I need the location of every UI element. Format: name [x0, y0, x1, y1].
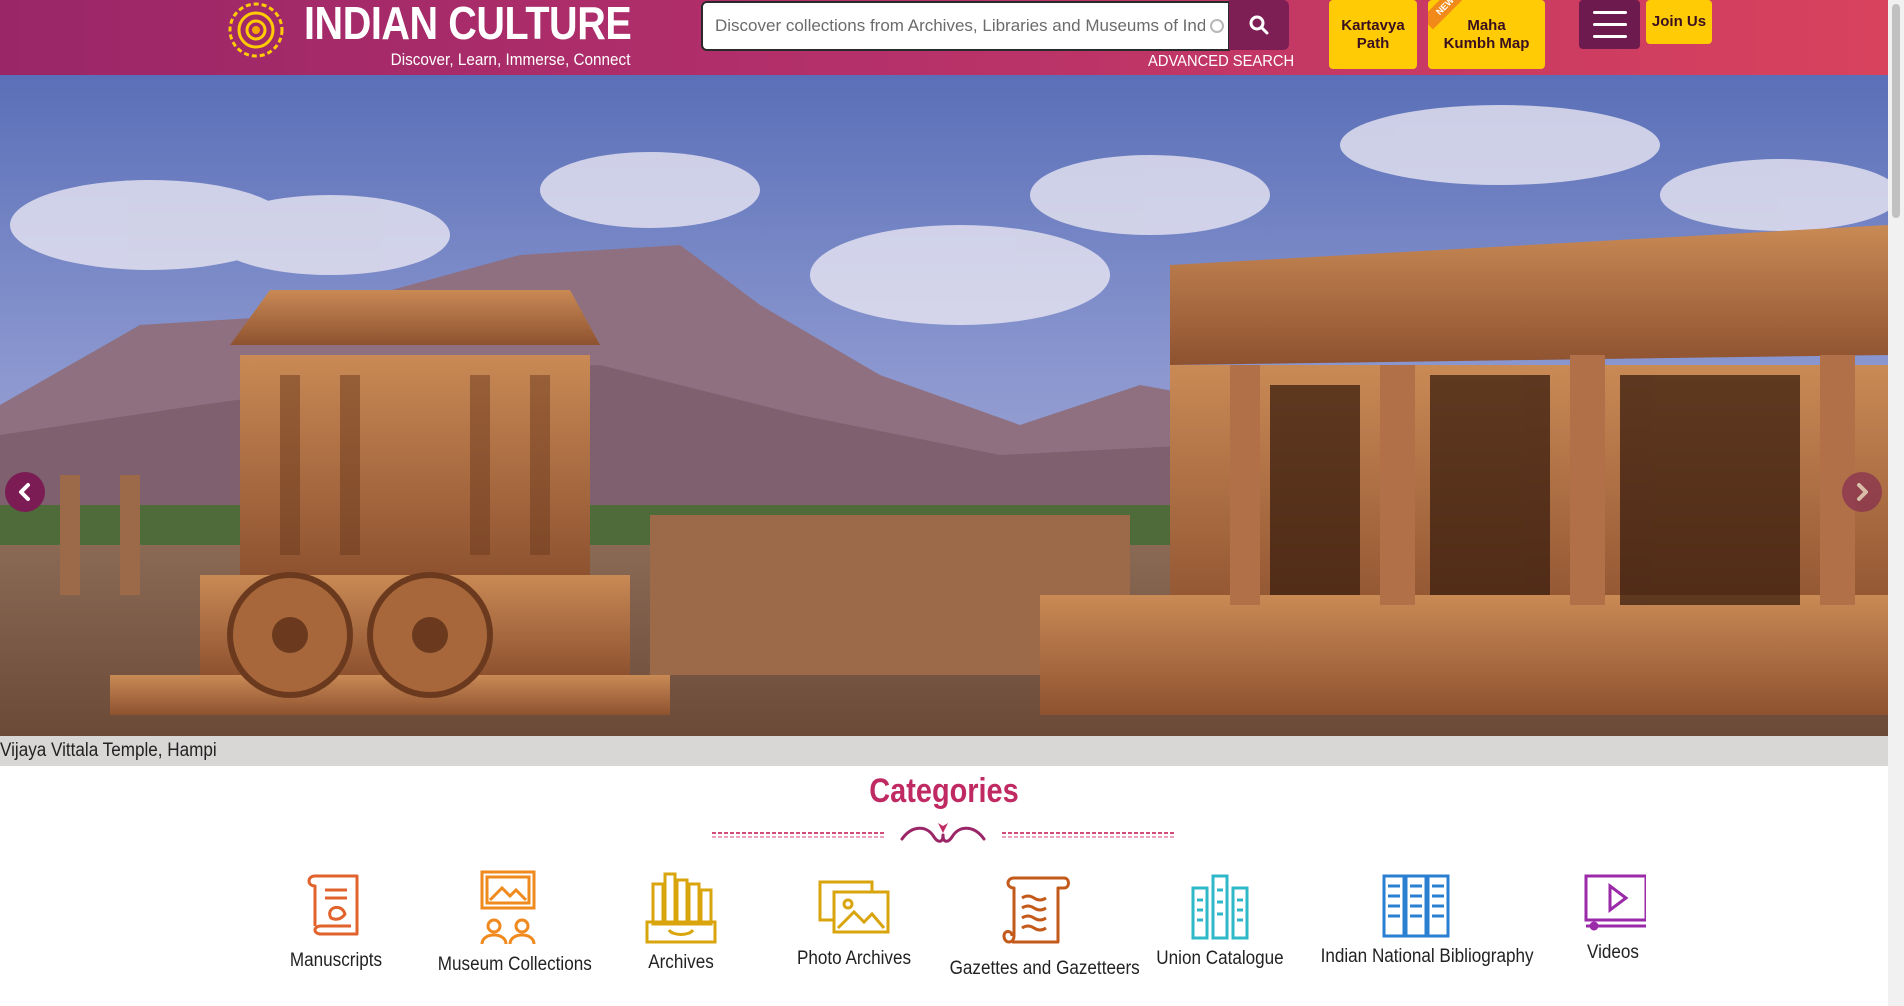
page-scrollbar[interactable] [1888, 0, 1904, 1006]
advanced-search-link[interactable]: ADVANCED SEARCH [1148, 53, 1294, 71]
site-header: INDIAN CULTURE Discover, Learn, Immerse,… [0, 0, 1888, 75]
category-label: Manuscripts [289, 950, 383, 971]
chevron-left-icon [19, 483, 30, 501]
carousel-next-button[interactable] [1842, 472, 1882, 512]
hero-caption: Vijaya Vittala Temple, Hampi [0, 740, 217, 761]
museum-icon [480, 870, 536, 945]
scroll-icon [307, 874, 359, 936]
hero-image [0, 75, 1888, 736]
hero-carousel [0, 75, 1888, 736]
sun-logo-icon [228, 2, 284, 58]
category-label: Archives [648, 952, 714, 973]
category-label: Indian National Bibliography [1320, 946, 1534, 967]
menu-line [1593, 35, 1627, 38]
maha-kumbh-map-label: Maha Kumbh Map [1443, 16, 1530, 52]
logo-tagline: Discover, Learn, Immerse, Connect [390, 50, 630, 69]
carousel-prev-button[interactable] [5, 472, 45, 512]
category-archives[interactable]: Archives [628, 870, 734, 974]
category-gazettes[interactable]: Gazettes and Gazetteers [940, 870, 1140, 980]
search-icon [1249, 15, 1269, 35]
scrollbar-thumb[interactable] [1892, 4, 1900, 218]
ornament-divider-icon [712, 823, 1174, 843]
kartavya-path-button[interactable]: Kartavya Path [1329, 0, 1417, 69]
menu-line [1593, 23, 1627, 26]
archive-icon [645, 872, 717, 944]
category-label: Videos [1586, 942, 1639, 963]
kartavya-path-label: Kartavya Path [1341, 16, 1405, 52]
catalogue-icon [1191, 874, 1249, 940]
bibliography-icon [1382, 874, 1450, 938]
menu-line [1593, 11, 1627, 14]
category-union-catalogue[interactable]: Union Catalogue [1148, 870, 1292, 970]
video-icon [1584, 874, 1646, 931]
search-button[interactable] [1229, 0, 1289, 50]
maha-kumbh-map-button[interactable]: NEW Maha Kumbh Map [1428, 0, 1545, 69]
category-label: Photo Archives [796, 948, 912, 969]
site-logo[interactable]: INDIAN CULTURE Discover, Learn, Immerse,… [218, 0, 632, 75]
hamburger-menu-button[interactable] [1579, 0, 1640, 49]
categories-title: Categories [869, 772, 1019, 810]
search-box [701, 1, 1230, 51]
gazette-icon [1002, 876, 1070, 944]
search-clear-icon[interactable] [1210, 19, 1224, 33]
category-label: Museum Collections [437, 954, 592, 975]
category-label: Gazettes and Gazetteers [949, 958, 1140, 979]
join-us-button[interactable]: Join Us [1646, 0, 1712, 44]
search-input[interactable] [715, 6, 1205, 46]
photo-icon [818, 880, 890, 934]
category-indian-national-bibliography[interactable]: Indian National Bibliography [1310, 870, 1534, 968]
hero-caption-bar: Vijaya Vittala Temple, Hampi [0, 736, 1888, 766]
category-photo-archives[interactable]: Photo Archives [784, 870, 924, 970]
category-manuscripts[interactable]: Manuscripts [276, 870, 396, 972]
category-label: Union Catalogue [1156, 948, 1284, 969]
chevron-right-icon [1857, 483, 1868, 501]
category-museum-collections[interactable]: Museum Collections [430, 870, 592, 976]
category-videos[interactable]: Videos [1568, 870, 1658, 964]
logo-title: INDIAN CULTURE [304, 0, 632, 49]
